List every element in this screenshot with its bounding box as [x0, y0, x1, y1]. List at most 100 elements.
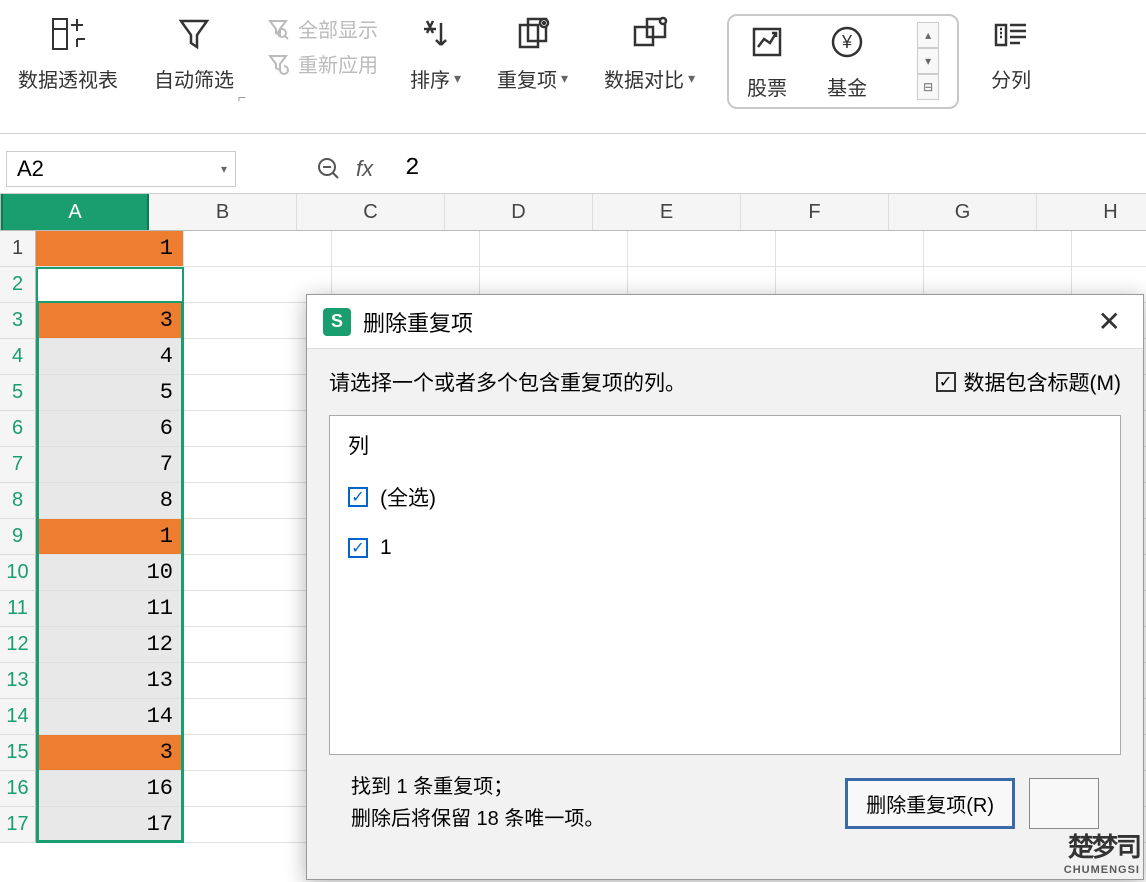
zoom-icon[interactable] — [316, 156, 342, 182]
ribbon-toolbar: 数据透视表 自动筛选 ⌐ 全部显示 重新应用 排序▾ 重复项▾ — [0, 0, 1146, 134]
cell[interactable]: 14 — [36, 699, 184, 735]
remove-duplicates-dialog: S 删除重复项 ✕ 请选择一个或者多个包含重复项的列。 ✓ 数据包含标题(M) … — [306, 294, 1144, 880]
cell[interactable]: 1 — [36, 231, 184, 267]
fx-icon[interactable]: fx — [356, 156, 373, 182]
formula-bar: A2 ▾ fx 2 — [0, 144, 1146, 194]
row-header[interactable]: 6 — [0, 411, 36, 447]
funds-icon: ¥ — [827, 22, 867, 62]
pivot-icon — [48, 14, 88, 54]
columns-list: 列 ✓ (全选) ✓ 1 — [329, 415, 1121, 755]
column-header-B[interactable]: B — [149, 194, 297, 230]
cell[interactable]: 13 — [36, 663, 184, 699]
column-1-checkbox[interactable]: ✓ 1 — [348, 536, 1102, 560]
expand-icon[interactable]: ⌐ — [238, 89, 246, 105]
compare-button[interactable]: 数据对比▾ — [586, 14, 713, 93]
dialog-status: 找到 1 条重复项； 删除后将保留 18 条唯一项。 — [351, 771, 604, 835]
column-header-G[interactable]: G — [889, 194, 1037, 230]
row-header[interactable]: 8 — [0, 483, 36, 519]
stocks-icon — [747, 22, 787, 62]
cell[interactable]: 1 — [36, 519, 184, 555]
cell[interactable]: 16 — [36, 771, 184, 807]
cell[interactable]: 5 — [36, 375, 184, 411]
cell[interactable] — [776, 231, 924, 267]
svg-text:¥: ¥ — [841, 32, 853, 52]
dialog-prompt: 请选择一个或者多个包含重复项的列。 — [329, 367, 686, 397]
dialog-titlebar: S 删除重复项 ✕ — [307, 295, 1143, 349]
sort-button[interactable]: 排序▾ — [392, 14, 479, 93]
app-icon: S — [323, 308, 351, 336]
cell[interactable]: 6 — [36, 411, 184, 447]
cell[interactable]: 4 — [36, 339, 184, 375]
cell[interactable]: 3 — [36, 303, 184, 339]
cell[interactable]: 7 — [36, 447, 184, 483]
cell[interactable] — [1072, 231, 1146, 267]
cell[interactable]: 10 — [36, 555, 184, 591]
row-header[interactable]: 1 — [0, 231, 36, 267]
pivot-table-button[interactable]: 数据透视表 — [0, 14, 136, 93]
row-header[interactable]: 2 — [0, 267, 36, 303]
row-header[interactable]: 4 — [0, 339, 36, 375]
row-header[interactable]: 15 — [0, 735, 36, 771]
has-header-checkbox[interactable]: ✓ 数据包含标题(M) — [936, 367, 1121, 397]
column-header-E[interactable]: E — [593, 194, 741, 230]
duplicates-icon — [513, 14, 553, 54]
cell[interactable] — [628, 231, 776, 267]
remove-duplicates-button[interactable]: 删除重复项(R) — [845, 778, 1015, 829]
row-header[interactable]: 17 — [0, 807, 36, 843]
row-header[interactable]: 13 — [0, 663, 36, 699]
scroll-down-button[interactable]: ▾ — [917, 48, 939, 74]
stocks-button[interactable]: 股票 — [747, 22, 787, 101]
column-header-F[interactable]: F — [741, 194, 889, 230]
compare-icon — [630, 14, 670, 54]
cell[interactable]: 2 — [36, 267, 184, 303]
split-icon — [991, 14, 1031, 54]
chevron-down-icon: ▾ — [688, 70, 695, 87]
funnel-icon — [174, 14, 214, 54]
chevron-down-icon: ▾ — [454, 70, 461, 87]
row-header[interactable]: 16 — [0, 771, 36, 807]
scroll-expand-button[interactable]: ⊟ — [917, 74, 939, 100]
dialog-title: 删除重复项 — [363, 306, 473, 338]
scroll-up-button[interactable]: ▴ — [917, 22, 939, 48]
data-types-group: 股票 ¥ 基金 ▴ ▾ ⊟ — [727, 14, 959, 109]
cell[interactable]: 12 — [36, 627, 184, 663]
row-header[interactable]: 14 — [0, 699, 36, 735]
split-button[interactable]: 分列 — [973, 14, 1049, 93]
column-header-D[interactable]: D — [445, 194, 593, 230]
autofilter-button[interactable]: 自动筛选 ⌐ — [136, 14, 252, 93]
chevron-down-icon[interactable]: ▾ — [221, 162, 227, 176]
cell[interactable] — [480, 231, 628, 267]
checkbox-icon: ✓ — [348, 487, 368, 507]
formula-input[interactable]: 2 — [387, 155, 419, 182]
cancel-button[interactable] — [1029, 778, 1099, 829]
checkbox-icon: ✓ — [348, 538, 368, 558]
reapply-button[interactable]: 重新应用 — [266, 49, 378, 78]
row-header[interactable]: 11 — [0, 591, 36, 627]
column-header-C[interactable]: C — [297, 194, 445, 230]
row-header[interactable]: 5 — [0, 375, 36, 411]
cell[interactable] — [924, 231, 1072, 267]
column-header-A[interactable]: A — [1, 194, 149, 230]
row-header[interactable]: 3 — [0, 303, 36, 339]
watermark: 楚梦司 CHUMENGSI — [1064, 827, 1140, 876]
column-header-H[interactable]: H — [1037, 194, 1146, 230]
name-box[interactable]: A2 ▾ — [6, 151, 236, 187]
cell[interactable] — [184, 231, 332, 267]
select-all-checkbox[interactable]: ✓ (全选) — [348, 482, 1102, 512]
checkbox-icon: ✓ — [936, 372, 956, 392]
show-all-button[interactable]: 全部显示 — [266, 14, 378, 43]
row-header[interactable]: 12 — [0, 627, 36, 663]
cell[interactable] — [332, 231, 480, 267]
row-header[interactable]: 10 — [0, 555, 36, 591]
duplicates-button[interactable]: 重复项▾ — [479, 14, 586, 93]
chevron-down-icon: ▾ — [561, 70, 568, 87]
close-button[interactable]: ✕ — [1092, 305, 1127, 338]
row-header[interactable]: 9 — [0, 519, 36, 555]
cell[interactable]: 11 — [36, 591, 184, 627]
row-header[interactable]: 7 — [0, 447, 36, 483]
cell[interactable]: 17 — [36, 807, 184, 843]
cell[interactable]: 3 — [36, 735, 184, 771]
funds-button[interactable]: ¥ 基金 — [827, 22, 867, 101]
row-headers: 1234567891011121314151617 — [0, 231, 36, 843]
cell[interactable]: 8 — [36, 483, 184, 519]
